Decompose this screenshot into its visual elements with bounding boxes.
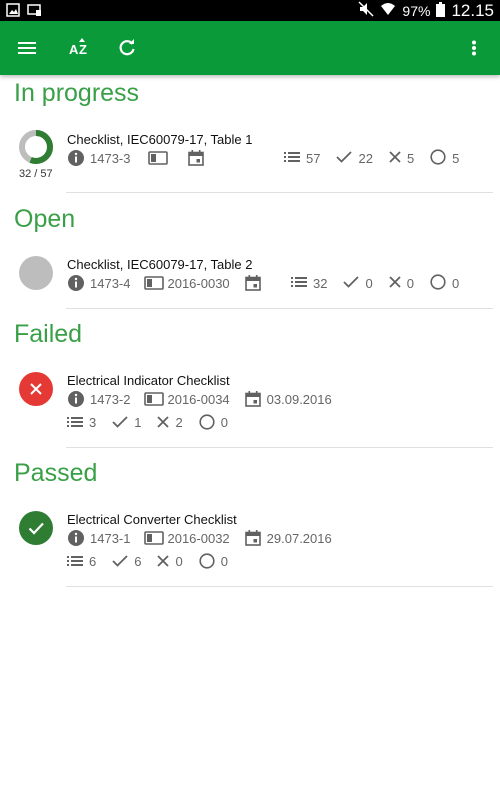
app-toolbar: A Z: [0, 21, 500, 75]
stat-open: 0: [451, 275, 460, 291]
circle-outline-icon: [430, 273, 446, 293]
calendar-icon: [188, 150, 205, 166]
wifi-icon: [380, 2, 396, 19]
item-stats: 3 1 2 0: [67, 413, 228, 431]
item-title: Electrical Indicator Checklist: [67, 373, 230, 388]
item-id: 1473-2: [90, 391, 131, 407]
item-stats: 32 0 0 0: [291, 273, 460, 293]
list-item[interactable]: 32 / 57 Checklist, IEC60079-17, Table 1 …: [0, 125, 500, 193]
svg-text:A: A: [69, 42, 79, 57]
item-id: 1473-3: [90, 150, 131, 166]
section-title-passed: Passed: [14, 459, 98, 487]
order-icon: [148, 150, 169, 166]
stat-total: 57: [306, 150, 321, 166]
stat-failed: 5: [406, 150, 415, 166]
item-title: Electrical Converter Checklist: [67, 512, 237, 527]
divider: [66, 447, 493, 448]
stat-failed: 2: [175, 414, 183, 430]
cross-icon: [157, 416, 170, 428]
check-icon: [112, 555, 128, 567]
section-title-failed: Failed: [14, 320, 83, 348]
item-title: Checklist, IEC60079-17, Table 2: [67, 257, 253, 272]
stat-passed: 0: [365, 275, 373, 291]
order-icon: [144, 275, 165, 291]
item-stats: 57 22 5 5: [284, 148, 460, 168]
divider: [66, 308, 493, 309]
circle-outline-icon: [199, 414, 215, 430]
cross-icon: [389, 275, 401, 291]
progress-ring-icon: [19, 130, 53, 169]
battery-percent: 97%: [402, 2, 431, 19]
check-icon: [343, 275, 360, 291]
stat-failed: 0: [406, 275, 414, 291]
stat-passed: 6: [134, 553, 142, 569]
info-icon: [67, 390, 85, 408]
calendar-icon: [244, 391, 261, 407]
list-icon: [284, 151, 300, 166]
item-meta: 1473-4 2016-0030: [67, 274, 261, 292]
stat-failed: 0: [175, 553, 183, 569]
status-passed-icon: [19, 511, 53, 550]
stat-open: 0: [220, 553, 228, 569]
clock: 12.15: [451, 0, 494, 20]
item-id: 1473-4: [90, 275, 131, 291]
stat-total: 6: [89, 553, 97, 569]
cast-notification-icon: [26, 3, 42, 22]
item-date: 03.09.2016: [266, 391, 332, 407]
list-icon: [67, 416, 83, 428]
order-icon: [144, 530, 165, 546]
divider: [66, 192, 493, 193]
cross-icon: [157, 555, 170, 567]
order-icon: [144, 391, 165, 407]
battery-icon: [436, 1, 446, 20]
info-icon: [67, 529, 85, 547]
stat-total: 3: [89, 414, 97, 430]
image-notification-icon: [6, 3, 20, 22]
circle-outline-icon: [199, 553, 215, 569]
sort-az-icon[interactable]: A Z: [67, 36, 91, 60]
item-meta: 1473-1 2016-0032 29.07.2016: [67, 529, 332, 547]
list-icon: [67, 555, 83, 567]
info-icon: [67, 274, 85, 292]
progress-label: 32 / 57: [19, 168, 53, 180]
mute-icon: [358, 1, 374, 20]
item-stats: 6 6 0 0: [67, 552, 228, 570]
item-meta: 1473-2 2016-0034 03.09.2016: [67, 390, 332, 408]
calendar-icon: [244, 275, 261, 291]
check-icon: [112, 416, 128, 428]
check-icon: [336, 150, 353, 166]
list-item[interactable]: Electrical Converter Checklist 1473-1 20…: [0, 506, 500, 586]
order-number: 2016-0034: [167, 391, 230, 407]
status-bar: 97% 12.15: [0, 0, 500, 21]
section-title-in-progress: In progress: [14, 79, 140, 107]
status-open-icon: [19, 256, 53, 295]
section-title-open: Open: [14, 205, 76, 233]
list-icon: [291, 276, 307, 291]
list-item[interactable]: Electrical Indicator Checklist 1473-2 20…: [0, 367, 500, 447]
order-number: 2016-0030: [167, 275, 230, 291]
cross-icon: [389, 150, 401, 166]
menu-icon[interactable]: [15, 36, 39, 60]
item-title: Checklist, IEC60079-17, Table 1: [67, 132, 253, 147]
item-date: 29.07.2016: [266, 530, 332, 546]
svg-text:Z: Z: [79, 42, 87, 57]
calendar-icon: [244, 530, 261, 546]
info-icon: [67, 149, 85, 167]
item-meta: 1473-3: [67, 149, 205, 167]
more-vert-icon[interactable]: [462, 36, 486, 60]
order-number: 2016-0032: [167, 530, 230, 546]
stat-open: 0: [220, 414, 228, 430]
divider: [66, 586, 493, 587]
status-failed-icon: [19, 372, 53, 411]
list-item[interactable]: Checklist, IEC60079-17, Table 2 1473-4 2…: [0, 251, 500, 309]
circle-outline-icon: [430, 148, 446, 168]
stat-total: 32: [313, 275, 328, 291]
stat-passed: 22: [358, 150, 373, 166]
stat-passed: 1: [134, 414, 142, 430]
stat-open: 5: [452, 150, 460, 166]
item-id: 1473-1: [90, 530, 131, 546]
refresh-icon[interactable]: [115, 36, 139, 60]
